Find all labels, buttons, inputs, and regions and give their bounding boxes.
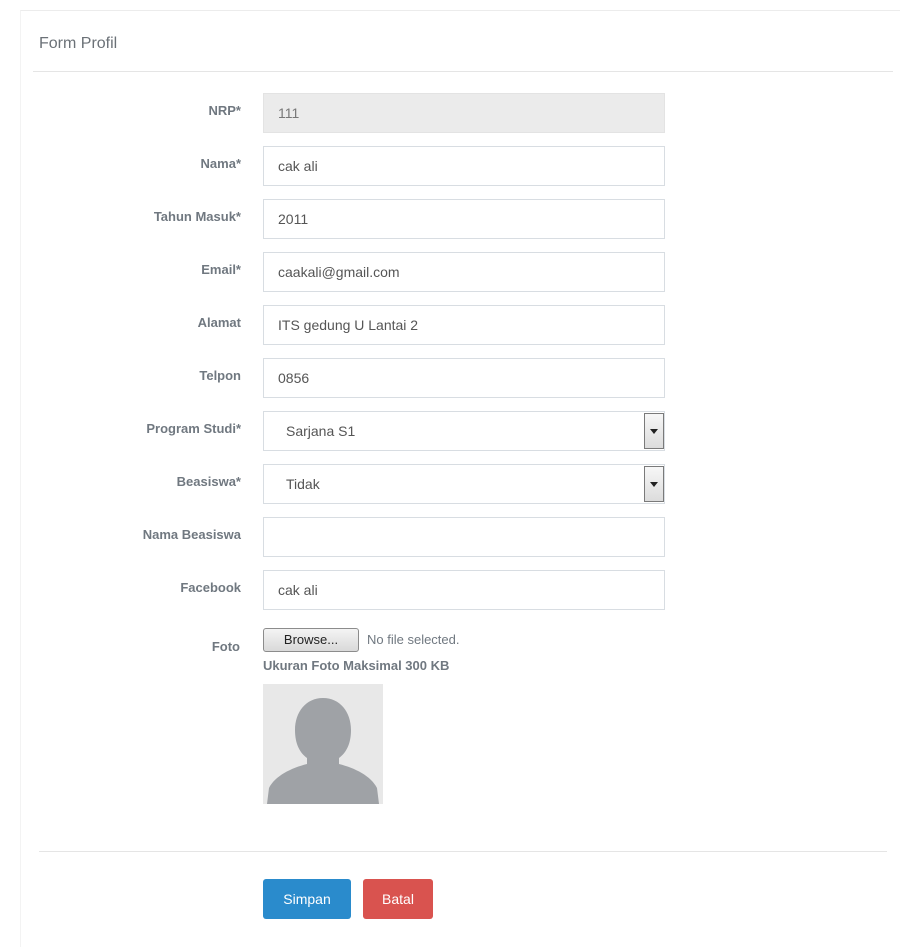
chevron-down-icon[interactable] bbox=[644, 466, 664, 502]
program-studi-label: Program Studi* bbox=[146, 421, 241, 436]
program-studi-value: Sarjana S1 bbox=[286, 423, 356, 439]
save-button[interactable]: Simpan bbox=[263, 879, 351, 919]
nrp-label: NRP* bbox=[208, 103, 241, 118]
avatar bbox=[263, 684, 383, 804]
program-studi-select[interactable]: Sarjana S1 bbox=[263, 411, 665, 451]
form-row-beasiswa: Beasiswa* Tidak bbox=[21, 464, 901, 504]
tahun-masuk-input[interactable]: 2011 bbox=[263, 199, 665, 239]
form-row-tahun-masuk: Tahun Masuk* 2011 bbox=[21, 199, 901, 239]
nama-input[interactable]: cak ali bbox=[263, 146, 665, 186]
nama-beasiswa-input[interactable] bbox=[263, 517, 665, 557]
chevron-down-icon[interactable] bbox=[644, 413, 664, 449]
form-row-email: Email* caakali@gmail.com bbox=[21, 252, 901, 292]
facebook-input[interactable]: cak ali bbox=[263, 570, 665, 610]
alamat-input[interactable]: ITS gedung U Lantai 2 bbox=[263, 305, 665, 345]
foto-size-hint: Ukuran Foto Maksimal 300 KB bbox=[263, 658, 450, 673]
telpon-label: Telpon bbox=[199, 368, 241, 383]
telpon-input[interactable]: 0856 bbox=[263, 358, 665, 398]
header-divider bbox=[33, 71, 893, 72]
email-input[interactable]: caakali@gmail.com bbox=[263, 252, 665, 292]
foto-label: Foto bbox=[211, 639, 240, 654]
nama-label: Nama* bbox=[200, 156, 241, 171]
form-row-telpon: Telpon 0856 bbox=[21, 358, 901, 398]
browse-button[interactable]: Browse... bbox=[263, 628, 359, 652]
form-row-nama: Nama* cak ali bbox=[21, 146, 901, 186]
form-row-alamat: Alamat ITS gedung U Lantai 2 bbox=[21, 305, 901, 345]
footer-divider bbox=[39, 851, 887, 852]
cancel-button[interactable]: Batal bbox=[363, 879, 433, 919]
beasiswa-select[interactable]: Tidak bbox=[263, 464, 665, 504]
form-row-program-studi: Program Studi* Sarjana S1 bbox=[21, 411, 901, 451]
panel-title: Form Profil bbox=[39, 35, 118, 52]
form-panel: Form Profil NRP* 111 Nama* cak ali Tahun… bbox=[20, 10, 900, 947]
beasiswa-label: Beasiswa* bbox=[176, 474, 241, 489]
facebook-label: Facebook bbox=[180, 580, 241, 595]
form-row-nrp: NRP* 111 bbox=[21, 93, 901, 133]
tahun-masuk-label: Tahun Masuk* bbox=[153, 209, 241, 224]
person-silhouette-icon bbox=[263, 684, 383, 804]
beasiswa-value: Tidak bbox=[286, 476, 320, 492]
form-row-nama-beasiswa: Nama Beasiswa bbox=[21, 517, 901, 557]
email-label: Email* bbox=[201, 262, 241, 277]
alamat-label: Alamat bbox=[197, 315, 241, 330]
nrp-input: 111 bbox=[263, 93, 665, 133]
form-row-facebook: Facebook cak ali bbox=[21, 570, 901, 610]
nama-beasiswa-label: Nama Beasiswa bbox=[142, 527, 241, 542]
no-file-text: No file selected. bbox=[367, 632, 460, 647]
